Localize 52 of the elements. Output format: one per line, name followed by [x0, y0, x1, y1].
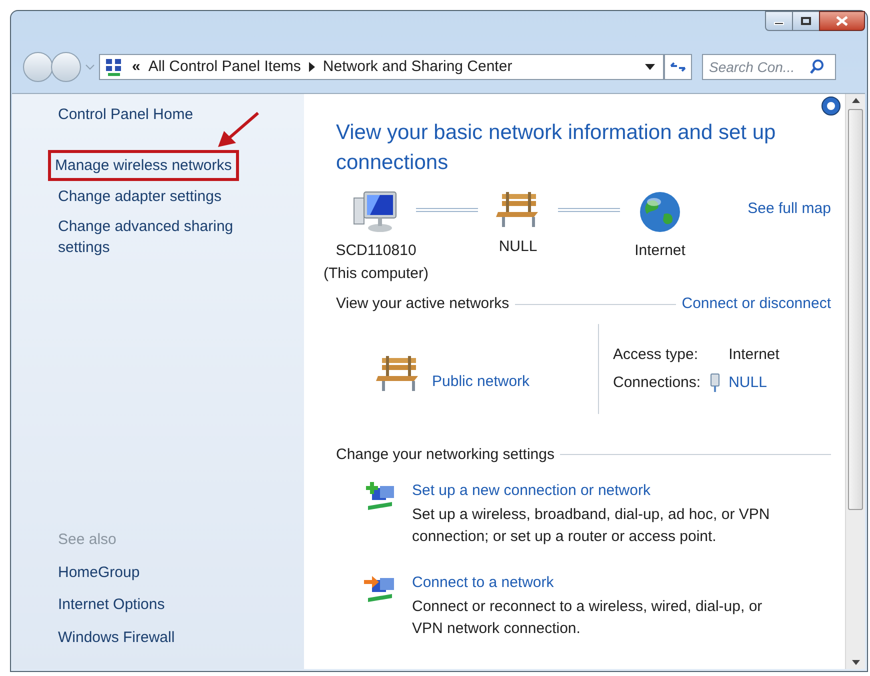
- sidebar-link[interactable]: Change adapter settings: [58, 186, 222, 206]
- chevron-right-icon: [308, 62, 315, 72]
- search-box[interactable]: Search Con...: [702, 54, 836, 80]
- task-link[interactable]: Set up a new connection or network: [412, 480, 794, 502]
- connection-link[interactable]: NULL: [728, 372, 767, 394]
- node-subtitle: (This computer): [323, 264, 429, 284]
- page-title: View your basic network information and set up connections: [336, 120, 777, 176]
- maximize-button[interactable]: [793, 11, 819, 31]
- sidebar-link[interactable]: Manage wireless networks: [51, 152, 236, 178]
- connection-line: [416, 208, 478, 212]
- refresh-icon: [669, 60, 687, 74]
- connect-or-disconnect-link[interactable]: Connect or disconnect: [682, 293, 831, 316]
- task-description: Connect or reconnect to a wireless, wired, dial-up, or VPN network connection.: [412, 597, 764, 639]
- see-full-map-link[interactable]: See full map: [748, 198, 831, 218]
- search-field[interactable]: Search Con...: [709, 56, 809, 78]
- scrollbar-thumb[interactable]: [848, 109, 863, 510]
- node-label: NULL: [498, 237, 538, 257]
- node-label: Internet: [634, 241, 686, 261]
- section-heading: Change your networking settings: [336, 444, 554, 464]
- sidebar-link[interactable]: Internet Options: [58, 594, 284, 616]
- address-bar[interactable]: « All Control Panel Items Network and Sharing Center: [99, 54, 664, 80]
- breadcrumb-item[interactable]: Network and Sharing Center: [322, 56, 512, 78]
- sidebar-link[interactable]: Control Panel Home: [58, 104, 194, 125]
- see-also-heading: See also: [58, 530, 118, 550]
- dropdown-icon[interactable]: [645, 64, 655, 70]
- ethernet-icon: [708, 373, 721, 394]
- network-type-link[interactable]: Public network: [432, 371, 530, 394]
- breadcrumb-separator: «: [132, 56, 140, 77]
- close-button[interactable]: [819, 11, 865, 31]
- sidebar-link[interactable]: Change advanced sharing settings: [58, 216, 284, 258]
- task-link[interactable]: Connect to a network: [412, 572, 794, 594]
- access-type-value: Internet: [728, 344, 780, 364]
- access-type-label: Access type:: [613, 344, 700, 364]
- connection-line: [558, 208, 620, 212]
- node-label: SCD110810: [336, 241, 416, 261]
- scroll-up-icon: [852, 98, 860, 103]
- scrollbar[interactable]: [845, 94, 865, 669]
- scroll-down-icon: [852, 660, 860, 665]
- task-description: Set up a wireless, broadband, dial-up, ad hoc, or VPN connection; or set up a router or access point.: [412, 505, 771, 547]
- sidebar-link[interactable]: Windows Firewall: [58, 626, 284, 649]
- minimize-button[interactable]: [765, 11, 793, 31]
- section-heading: View your active networks: [336, 294, 510, 314]
- breadcrumb-item[interactable]: All Control Panel Items: [148, 56, 301, 78]
- connections-label: Connections:: [613, 373, 701, 393]
- globe-icon: [638, 190, 682, 234]
- close-icon: [836, 16, 848, 26]
- control-panel-icon: [104, 57, 124, 77]
- help-icon[interactable]: [821, 96, 841, 116]
- sidebar-link[interactable]: HomeGroup: [58, 562, 284, 584]
- search-icon: [809, 59, 825, 75]
- refresh-button[interactable]: [664, 54, 692, 80]
- dropdown-icon: [85, 64, 95, 70]
